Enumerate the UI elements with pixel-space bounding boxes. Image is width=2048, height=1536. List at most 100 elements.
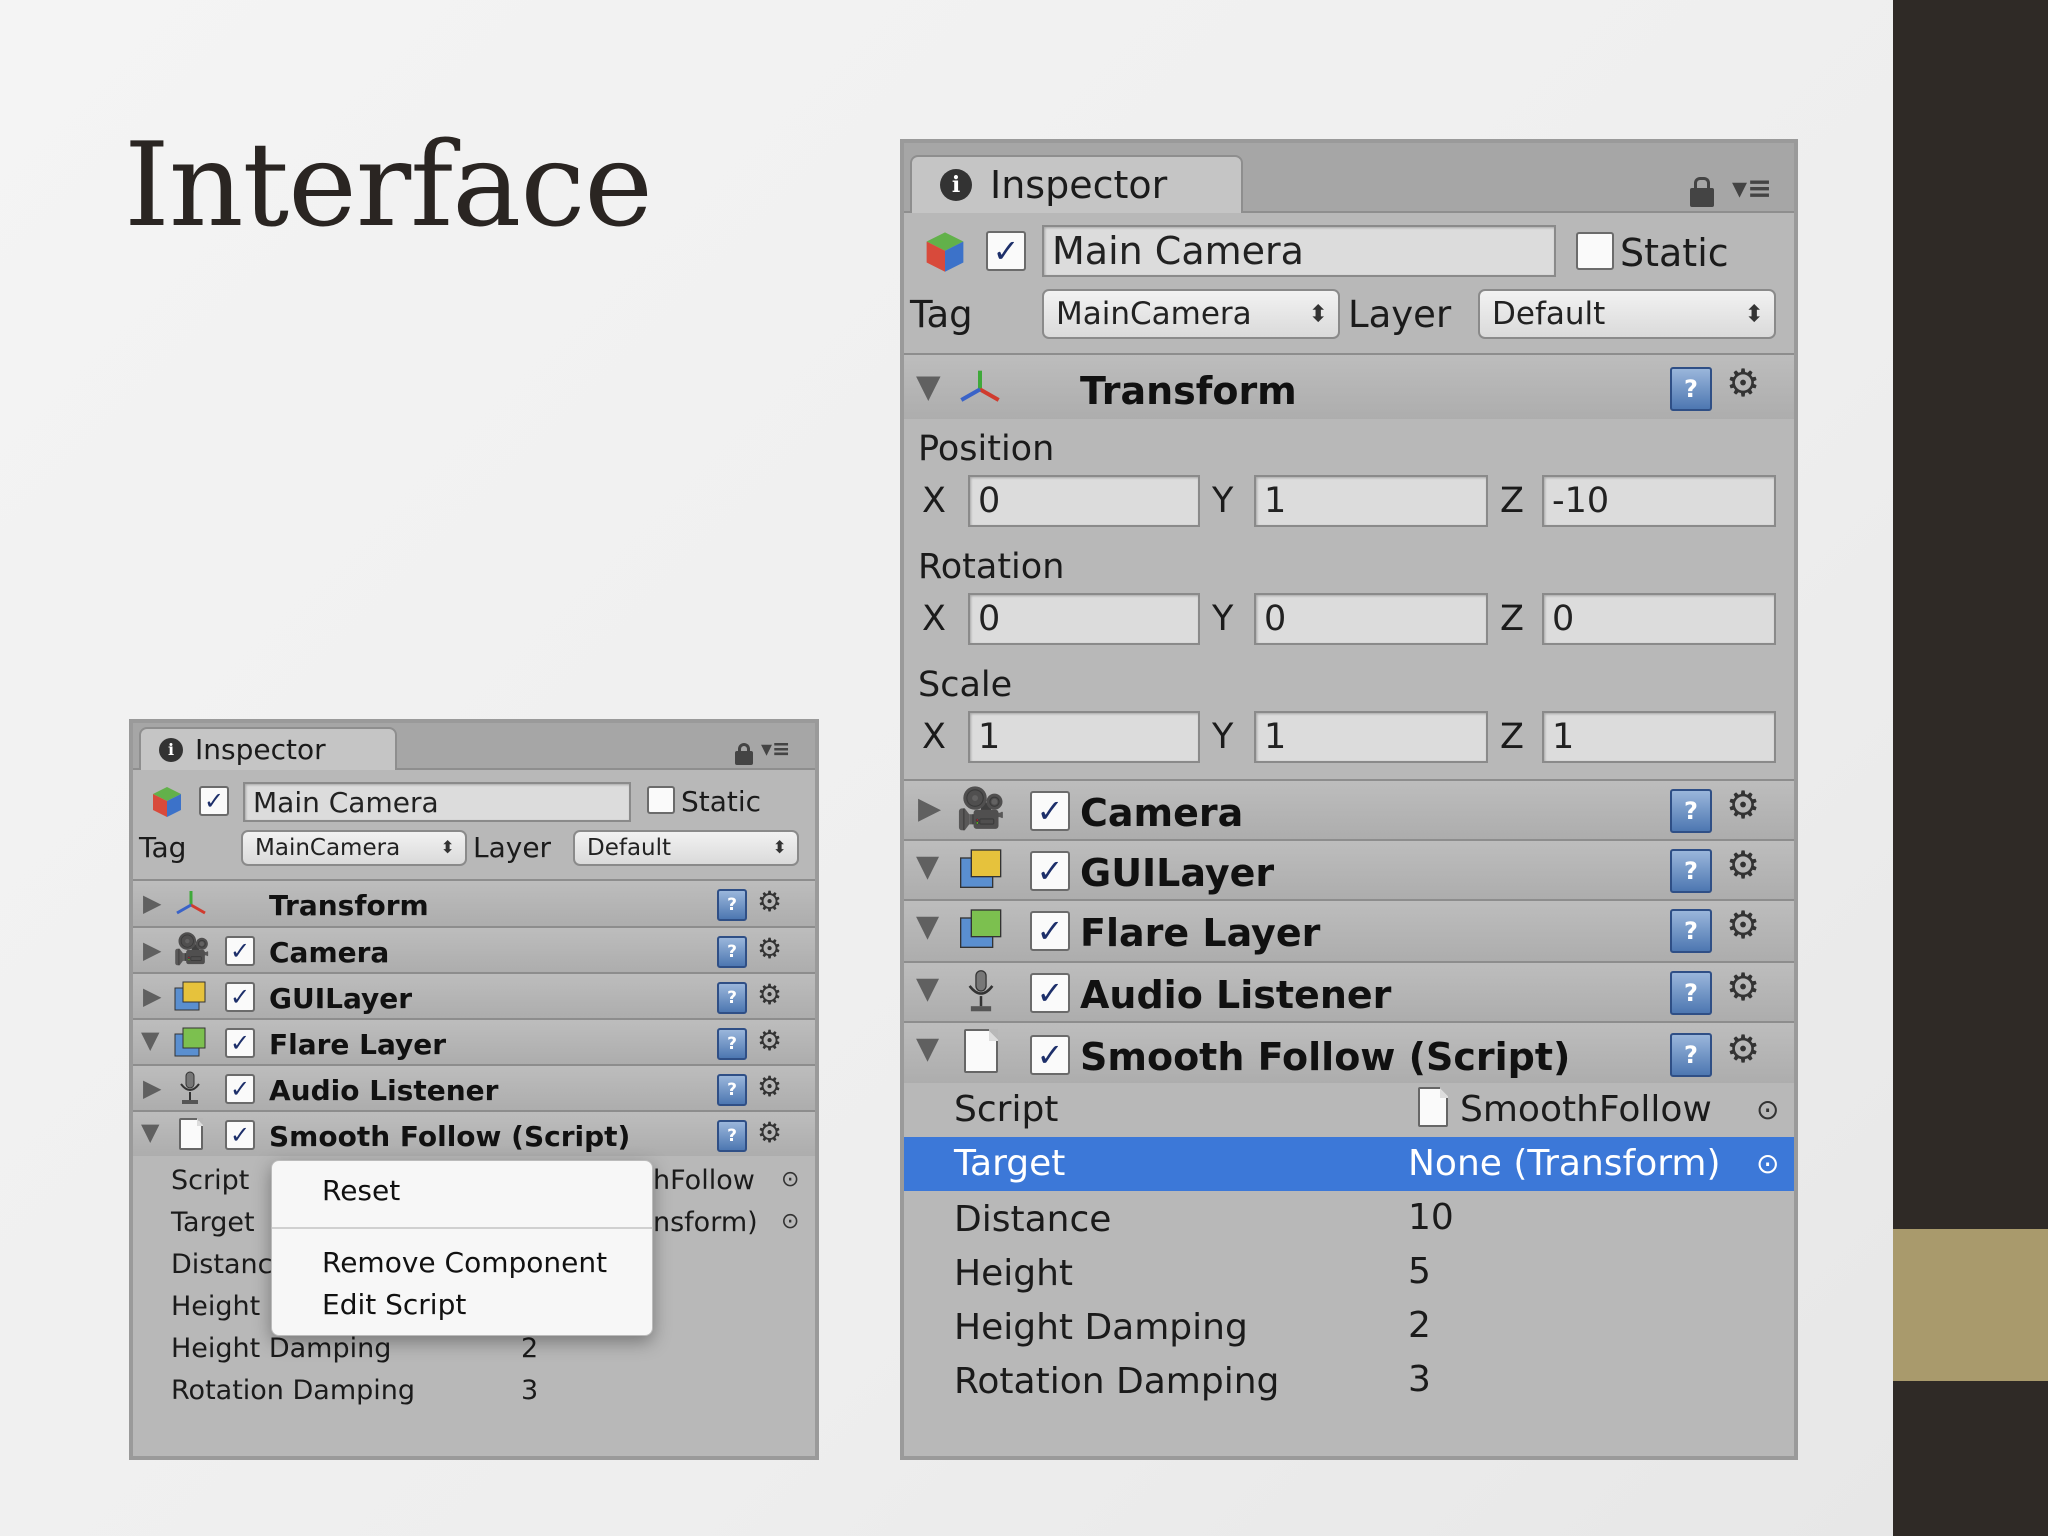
component-header-smooth-follow[interactable]: ▼ ✓ Smooth Follow (Script) ? ⚙ (904, 1021, 1794, 1083)
help-book-icon[interactable]: ? (717, 936, 747, 968)
object-picker-icon[interactable]: ⊙ (781, 1209, 799, 1234)
component-header-camera[interactable]: ▶ 🎥 ✓ Camera ? ⚙ (904, 779, 1794, 839)
component-enabled-checkbox[interactable]: ✓ (225, 936, 255, 966)
layer-dropdown[interactable]: Default ⬍ (573, 830, 799, 866)
context-menu-item-edit-script[interactable]: Edit Script (272, 1285, 652, 1325)
panel-menu-icon[interactable]: ▾≡ (1732, 171, 1772, 206)
component-enabled-checkbox[interactable]: ✓ (225, 1074, 255, 1104)
panel-menu-icon[interactable]: ▾≡ (761, 737, 790, 762)
help-book-icon[interactable]: ? (1670, 909, 1712, 953)
component-header-guilayer[interactable]: ▼ ✓ GUILayer ? ⚙ (904, 839, 1794, 899)
active-checkbox[interactable]: ✓ (986, 231, 1026, 271)
foldout-expanded-icon[interactable]: ▼ (916, 367, 941, 405)
help-book-icon[interactable]: ? (717, 889, 747, 921)
help-book-icon[interactable]: ? (1670, 789, 1712, 833)
lock-icon[interactable] (1690, 177, 1714, 207)
gear-icon[interactable]: ⚙ (757, 978, 782, 1011)
object-name-field[interactable]: Main Camera (1042, 225, 1556, 277)
component-enabled-checkbox[interactable]: ✓ (225, 1028, 255, 1058)
foldout-collapsed-icon[interactable]: ▶ (143, 1074, 161, 1102)
foldout-expanded-icon[interactable]: ▼ (141, 1118, 159, 1146)
property-value[interactable]: nsform) (653, 1207, 758, 1238)
property-value[interactable]: 10 (1408, 1197, 1454, 1238)
scale-z-field[interactable]: 1 (1542, 711, 1776, 763)
tag-dropdown[interactable]: MainCamera ⬍ (1042, 289, 1340, 339)
gear-icon[interactable]: ⚙ (757, 885, 782, 918)
active-checkbox[interactable]: ✓ (199, 786, 229, 816)
component-header-camera[interactable]: ▶ 🎥 ✓ Camera ? ⚙ (133, 926, 815, 972)
help-book-icon[interactable]: ? (717, 1120, 747, 1152)
property-value[interactable]: SmoothFollow (1460, 1089, 1712, 1130)
component-header-audio-listener[interactable]: ▼ ✓ Audio Listener ? ⚙ (904, 961, 1794, 1021)
gear-icon[interactable]: ⚙ (757, 932, 782, 965)
help-book-icon[interactable]: ? (717, 1028, 747, 1060)
component-header-transform[interactable]: ▼ Transform ? ⚙ (904, 353, 1794, 419)
component-enabled-checkbox[interactable]: ✓ (1030, 851, 1070, 891)
help-book-icon[interactable]: ? (717, 982, 747, 1014)
scale-y-field[interactable]: 1 (1254, 711, 1488, 763)
component-header-flare-layer[interactable]: ▼ ✓ Flare Layer ? ⚙ (904, 899, 1794, 961)
component-enabled-checkbox[interactable]: ✓ (225, 1120, 255, 1150)
gear-icon[interactable]: ⚙ (1726, 783, 1760, 827)
component-header-smooth-follow[interactable]: ▼ ✓ Smooth Follow (Script) ? ⚙ (133, 1110, 815, 1156)
help-book-icon[interactable]: ? (717, 1074, 747, 1106)
static-checkbox[interactable] (647, 786, 675, 814)
foldout-expanded-icon[interactable]: ▼ (141, 1026, 159, 1054)
position-x-field[interactable]: 0 (968, 475, 1200, 527)
component-enabled-checkbox[interactable]: ✓ (1030, 1035, 1070, 1075)
component-header-flare-layer[interactable]: ▼ ✓ Flare Layer ? ⚙ (133, 1018, 815, 1064)
foldout-expanded-icon[interactable]: ▼ (916, 1031, 939, 1066)
tag-dropdown[interactable]: MainCamera ⬍ (241, 830, 467, 866)
gear-icon[interactable]: ⚙ (1726, 965, 1760, 1009)
gear-icon[interactable]: ⚙ (757, 1024, 782, 1057)
object-picker-icon[interactable]: ⊙ (1756, 1093, 1779, 1126)
help-book-icon[interactable]: ? (1670, 367, 1712, 411)
position-y-field[interactable]: 1 (1254, 475, 1488, 527)
foldout-expanded-icon[interactable]: ▼ (916, 971, 939, 1006)
context-menu-item-remove-component[interactable]: Remove Component (272, 1243, 652, 1283)
foldout-collapsed-icon[interactable]: ▶ (143, 936, 161, 964)
help-book-icon[interactable]: ? (1670, 849, 1712, 893)
context-menu-item-reset[interactable]: Reset (272, 1171, 652, 1211)
gear-icon[interactable]: ⚙ (1726, 843, 1760, 887)
property-value[interactable]: None (Transform) (1408, 1143, 1721, 1184)
help-book-icon[interactable]: ? (1670, 1033, 1712, 1077)
foldout-expanded-icon[interactable]: ▼ (916, 849, 939, 884)
object-picker-icon[interactable]: ⊙ (781, 1167, 799, 1192)
rotation-y-field[interactable]: 0 (1254, 593, 1488, 645)
property-value[interactable]: 3 (521, 1375, 538, 1406)
help-book-icon[interactable]: ? (1670, 971, 1712, 1015)
foldout-expanded-icon[interactable]: ▼ (916, 909, 939, 944)
foldout-collapsed-icon[interactable]: ▶ (143, 982, 161, 1010)
gear-icon[interactable]: ⚙ (1726, 903, 1760, 947)
gear-icon[interactable]: ⚙ (757, 1070, 782, 1103)
component-enabled-checkbox[interactable]: ✓ (1030, 973, 1070, 1013)
gear-icon[interactable]: ⚙ (757, 1116, 782, 1149)
property-row-target[interactable]: Target None (Transform) ⊙ (904, 1137, 1794, 1191)
rotation-z-field[interactable]: 0 (1542, 593, 1776, 645)
property-value[interactable]: 2 (1408, 1305, 1431, 1346)
rotation-x-field[interactable]: 0 (968, 593, 1200, 645)
static-checkbox[interactable] (1576, 232, 1614, 270)
foldout-collapsed-icon[interactable]: ▶ (143, 889, 161, 917)
object-picker-icon[interactable]: ⊙ (1756, 1147, 1779, 1180)
component-enabled-checkbox[interactable]: ✓ (225, 982, 255, 1012)
property-value[interactable]: 2 (521, 1333, 538, 1364)
foldout-collapsed-icon[interactable]: ▶ (918, 791, 941, 826)
component-enabled-checkbox[interactable]: ✓ (1030, 911, 1070, 951)
component-enabled-checkbox[interactable]: ✓ (1030, 791, 1070, 831)
gear-icon[interactable]: ⚙ (1726, 1027, 1760, 1071)
inspector-tab[interactable]: i Inspector (910, 155, 1243, 213)
position-z-field[interactable]: -10 (1542, 475, 1776, 527)
component-header-audio-listener[interactable]: ▶ ✓ Audio Listener ? ⚙ (133, 1064, 815, 1110)
component-header-guilayer[interactable]: ▶ ✓ GUILayer ? ⚙ (133, 972, 815, 1018)
object-name-field[interactable]: Main Camera (243, 782, 631, 822)
property-value[interactable]: 3 (1408, 1359, 1431, 1400)
property-value[interactable]: hFollow (653, 1165, 755, 1196)
lock-icon[interactable] (735, 743, 753, 765)
gear-icon[interactable]: ⚙ (1726, 361, 1760, 405)
inspector-tab[interactable]: i Inspector (139, 727, 397, 770)
layer-dropdown[interactable]: Default ⬍ (1478, 289, 1776, 339)
component-header-transform[interactable]: ▶ Transform ? ⚙ (133, 879, 815, 926)
scale-x-field[interactable]: 1 (968, 711, 1200, 763)
